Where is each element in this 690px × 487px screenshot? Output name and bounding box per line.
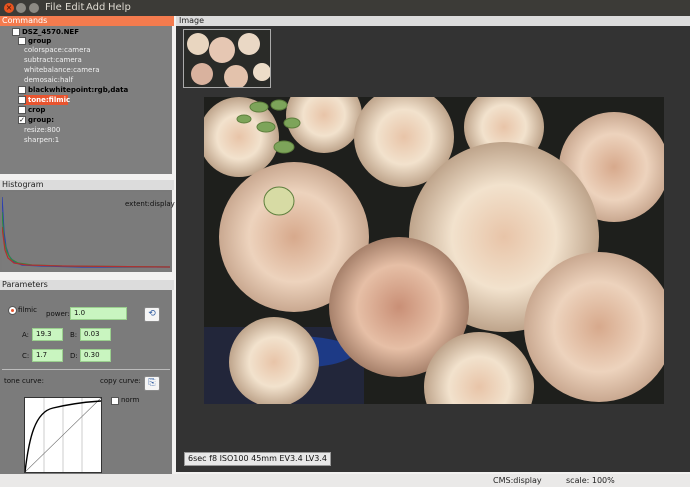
A-field[interactable]: 19.3 [32, 328, 63, 341]
filmic-label: filmic [18, 306, 37, 314]
menu-add[interactable]: Add [86, 2, 105, 13]
tree-item-colorspace[interactable]: colorspace:camera [24, 46, 91, 54]
histogram-panel-title: Histogram [0, 180, 174, 190]
tree-item-crop[interactable]: crop [28, 106, 45, 114]
D-field[interactable]: 0.30 [80, 349, 111, 362]
B-label: B: [70, 331, 78, 339]
group2-checkbox-checked[interactable]: ✓ [18, 116, 26, 124]
tree-item-blackwhitepoint[interactable]: blackwhitepoint:rgb,data [28, 86, 128, 94]
power-field[interactable]: 1.0 [70, 307, 127, 320]
histogram-panel: extent:display [0, 190, 175, 272]
minimize-window-button[interactable] [16, 3, 26, 13]
blackwhitepoint-checkbox[interactable] [18, 86, 26, 94]
tree-item-resize[interactable]: resize:800 [24, 126, 60, 134]
C-field[interactable]: 1.7 [32, 349, 63, 362]
group-checkbox[interactable] [18, 37, 26, 45]
copy-curve-icon[interactable]: ⎘ [144, 376, 160, 391]
exif-info: 6sec f8 ISO100 45mm EV3.4 LV3.4 [184, 452, 331, 466]
separator [2, 369, 170, 370]
A-label: A: [22, 331, 30, 339]
menu-help[interactable]: Help [108, 2, 131, 13]
tree-item-whitebalance[interactable]: whitebalance:camera [24, 66, 100, 74]
tone-checkbox[interactable] [18, 96, 26, 104]
parameters-panel-title: Parameters [0, 280, 174, 290]
status-bar: CMS:display scale: 100% [0, 474, 690, 487]
filmic-radio[interactable] [8, 306, 17, 315]
reset-button[interactable]: ⟲ [144, 307, 160, 322]
roses-photo [204, 97, 664, 404]
tone-curve-graph[interactable] [24, 397, 102, 473]
D-label: D: [70, 352, 78, 360]
cms-status: CMS:display [493, 476, 542, 485]
main-photo[interactable] [204, 97, 664, 404]
menu-edit[interactable]: Edit [65, 2, 84, 13]
commands-panel-title: Commands [0, 16, 174, 26]
tree-item-tone-filmic[interactable]: tone:filmic [28, 96, 70, 104]
title-bar: × File Edit Add Help [0, 0, 690, 16]
norm-label: norm [121, 396, 140, 404]
tree-item-sharpen[interactable]: sharpen:1 [24, 136, 59, 144]
menu-file[interactable]: File [45, 2, 62, 13]
tree-item-group[interactable]: group [28, 37, 51, 45]
C-label: C: [22, 352, 30, 360]
tree-item-file[interactable]: DSZ_4570.NEF [22, 28, 79, 36]
tone-curve-plot [24, 397, 102, 473]
tree-item-subtract[interactable]: subtract:camera [24, 56, 82, 64]
tree-item-group2[interactable]: group: [28, 116, 54, 124]
thumbnail-image[interactable] [183, 29, 271, 88]
close-window-button[interactable]: × [4, 3, 14, 13]
norm-checkbox[interactable] [111, 397, 119, 405]
image-panel-title: Image [176, 16, 690, 26]
copy-curve-label: copy curve: [100, 377, 141, 385]
tone-curve-label: tone curve: [4, 377, 44, 385]
tree-item-demosaic[interactable]: demosaic:half [24, 76, 73, 84]
power-label: power: [46, 310, 70, 318]
thumbnail-roses [184, 30, 270, 87]
file-checkbox[interactable] [12, 28, 20, 36]
scale-status: scale: 100% [566, 476, 615, 485]
B-field[interactable]: 0.03 [80, 328, 111, 341]
crop-checkbox[interactable] [18, 106, 26, 114]
maximize-window-button[interactable] [29, 3, 39, 13]
histogram-extent-label: extent:display [125, 200, 175, 208]
